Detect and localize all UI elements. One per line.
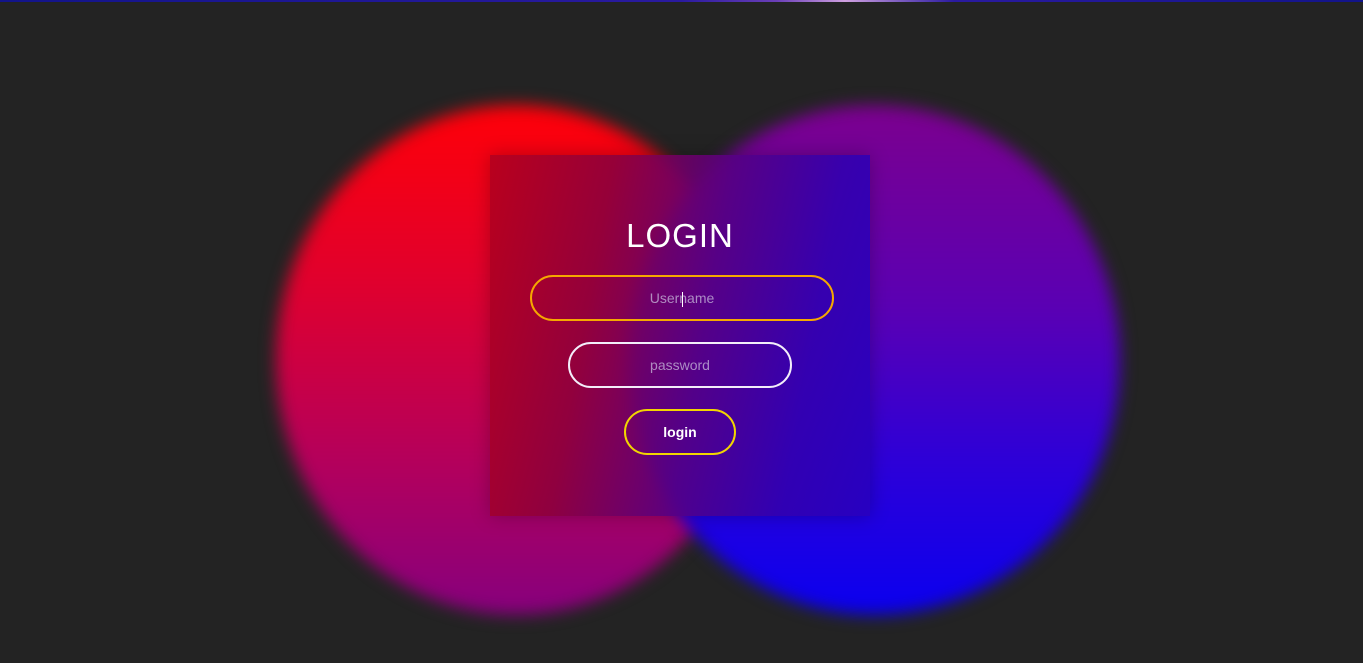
login-title: LOGIN	[626, 217, 734, 254]
login-page: LOGIN login	[0, 0, 1363, 663]
password-input[interactable]	[568, 342, 792, 388]
login-button[interactable]: login	[624, 409, 736, 455]
top-accent-line	[0, 0, 1363, 2]
login-panel: LOGIN login	[490, 155, 870, 516]
text-cursor	[682, 292, 683, 307]
